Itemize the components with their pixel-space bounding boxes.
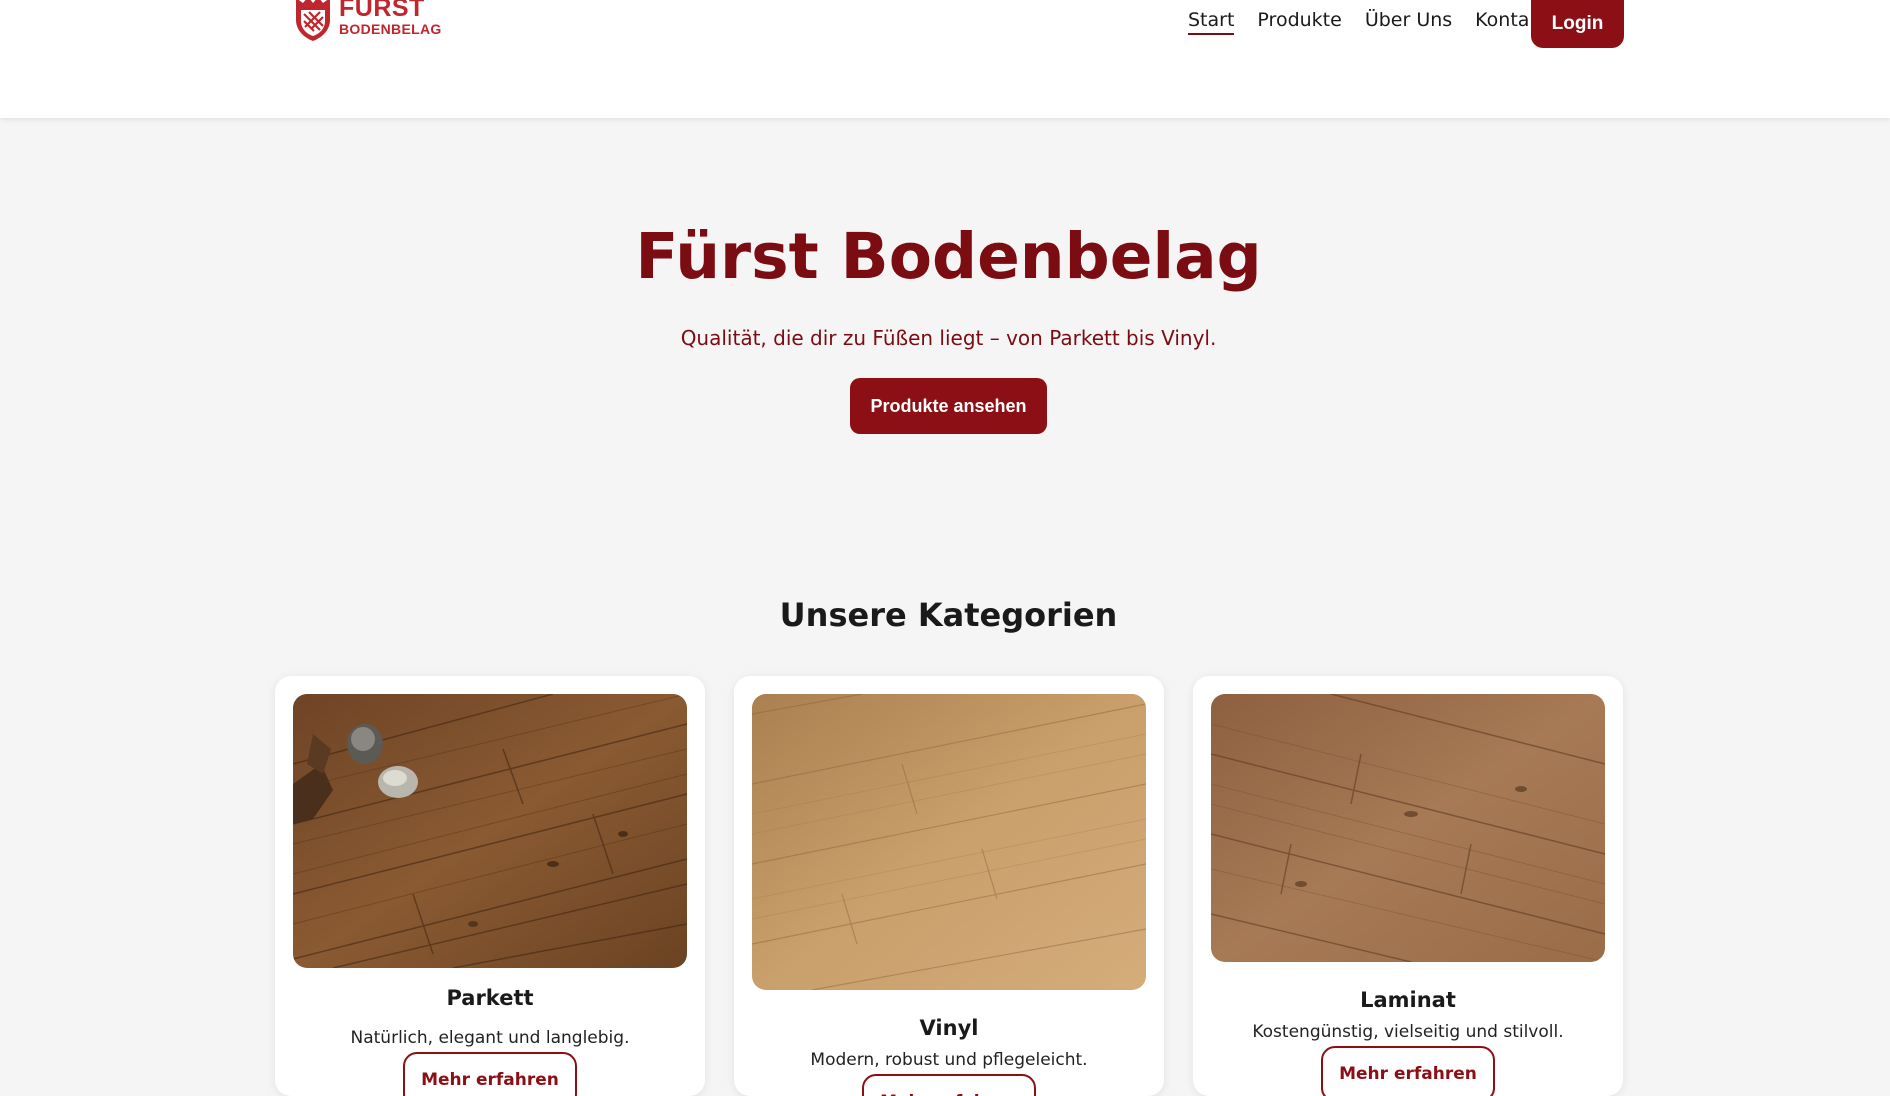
brand-name-bottom: BODENBELAG (339, 21, 442, 37)
hero-title: Fürst Bodenbelag (635, 220, 1262, 293)
laminat-floor-image[interactable] (1211, 694, 1605, 962)
view-products-button[interactable]: Produkte ansehen (850, 378, 1047, 434)
learn-more-button[interactable]: Mehr erfahren (862, 1074, 1036, 1096)
vinyl-floor-image[interactable] (752, 694, 1146, 990)
category-description: Modern, robust und pflegeleicht. (810, 1050, 1088, 1070)
category-title: Parkett (446, 986, 534, 1010)
nav-item-start[interactable]: Start (1188, 0, 1235, 35)
category-title: Laminat (1360, 988, 1456, 1012)
login-button[interactable]: Login (1531, 0, 1624, 48)
category-card-laminat: Laminat Kostengünstig, vielseitig und st… (1193, 676, 1623, 1096)
category-card-vinyl: Vinyl Modern, robust und pflegeleicht. M… (734, 676, 1164, 1096)
brand-logo[interactable]: FÜRST BODENBELAG (292, 0, 442, 42)
brand-wordmark: FÜRST BODENBELAG (339, 0, 442, 36)
hero-subtitle: Qualität, die dir zu Füßen liegt – von P… (680, 326, 1217, 350)
main-nav: Start Produkte Über Uns Kontakt (1188, 0, 1571, 48)
parkett-floor-image[interactable] (293, 694, 687, 968)
nav-item-produkte[interactable]: Produkte (1257, 0, 1341, 32)
categories-heading: Unsere Kategorien (779, 596, 1118, 634)
category-title: Vinyl (919, 1016, 979, 1040)
category-description: Kostengünstig, vielseitig und stilvoll. (1252, 1022, 1564, 1042)
category-description: Natürlich, elegant und langlebig. (350, 1028, 630, 1048)
brand-name-top: FÜRST (339, 0, 425, 22)
learn-more-button[interactable]: Mehr erfahren (1321, 1046, 1495, 1096)
category-card-parkett: Parkett Natürlich, elegant und langlebig… (275, 676, 705, 1096)
crest-logo-icon (296, 0, 330, 41)
learn-more-button[interactable]: Mehr erfahren (403, 1052, 577, 1096)
site-header: FÜRST BODENBELAG Start Produkte Über Uns… (0, 0, 1890, 118)
nav-item-ueber-uns[interactable]: Über Uns (1365, 0, 1452, 32)
